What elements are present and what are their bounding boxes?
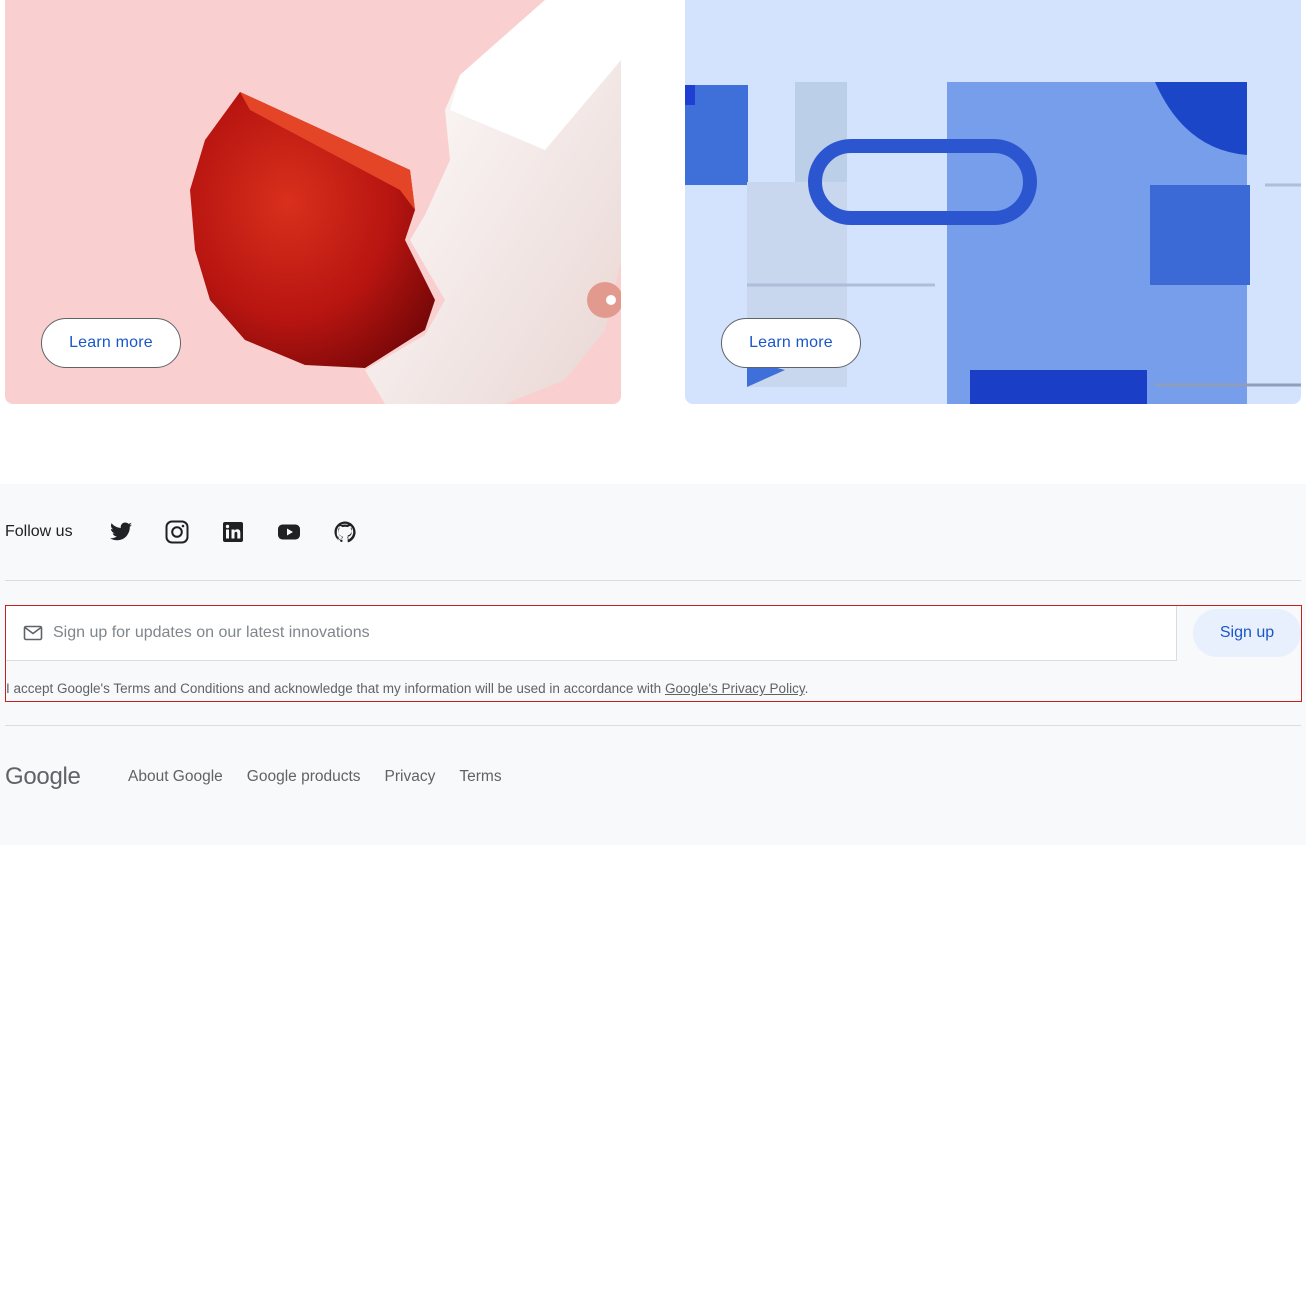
consent-label: I accept Google's Terms and Conditions a… — [6, 681, 665, 696]
linkedin-icon[interactable] — [221, 520, 245, 544]
mail-icon — [23, 623, 43, 643]
newsletter-signup-form: Sign up I accept Google's Terms and Cond… — [5, 605, 1302, 702]
footer-link-privacy[interactable]: Privacy — [385, 768, 436, 786]
consent-text: I accept Google's Terms and Conditions a… — [6, 681, 808, 696]
learn-more-button[interactable]: Learn more — [41, 318, 181, 368]
github-icon[interactable] — [333, 520, 357, 544]
follow-us-row: Follow us — [5, 520, 357, 544]
sign-up-button[interactable]: Sign up — [1193, 609, 1301, 657]
footer-divider — [5, 580, 1301, 581]
site-footer: Follow us Sign up for updates on our lat… — [0, 484, 1306, 845]
footer-bottom-row: Google About Google Google products Priv… — [5, 762, 526, 792]
promo-card-right: Learn more — [685, 0, 1301, 404]
email-input[interactable] — [53, 624, 1133, 642]
consent-period: . — [804, 681, 809, 696]
follow-us-label: Follow us — [5, 523, 73, 540]
promo-card-left: Learn more — [5, 0, 621, 404]
social-links — [109, 520, 357, 544]
footer-link-google-products[interactable]: Google products — [247, 768, 361, 786]
footer-link-about-google[interactable]: About Google — [128, 768, 223, 786]
youtube-icon[interactable] — [277, 520, 301, 544]
google-logo[interactable]: Google — [5, 763, 128, 791]
instagram-icon[interactable] — [165, 520, 189, 544]
footer-link-terms[interactable]: Terms — [459, 768, 501, 786]
twitter-icon[interactable] — [109, 520, 133, 544]
learn-more-button[interactable]: Learn more — [721, 318, 861, 368]
privacy-policy-link[interactable]: Google's Privacy Policy — [665, 681, 805, 696]
footer-divider — [5, 725, 1301, 726]
email-field-container — [6, 606, 1177, 661]
